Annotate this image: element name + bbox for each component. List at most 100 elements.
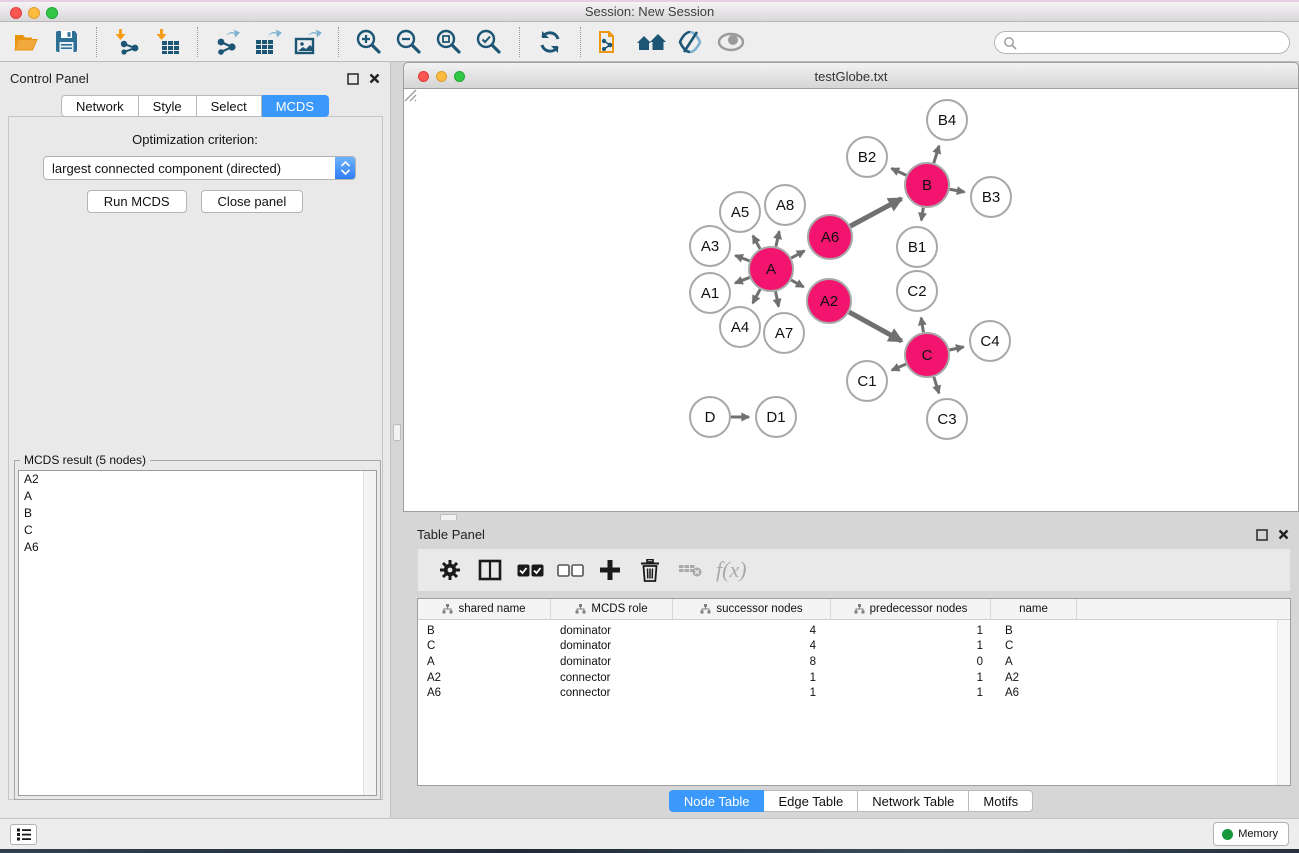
tab-network-table[interactable]: Network Table (858, 790, 969, 812)
run-mcds-button[interactable]: Run MCDS (87, 190, 187, 213)
graph-node-A[interactable]: A (749, 247, 793, 291)
close-panel-button[interactable]: Close panel (201, 190, 304, 213)
graph-edge-B-B1[interactable] (921, 208, 923, 221)
save-session-button[interactable] (46, 25, 86, 59)
table-row[interactable]: Cdominator41C (418, 639, 1290, 655)
graph-node-A1[interactable]: A1 (690, 273, 730, 313)
memory-button[interactable]: Memory (1213, 822, 1289, 846)
apply-layout-button[interactable] (530, 25, 570, 59)
tab-mcds[interactable]: MCDS (262, 95, 329, 117)
tab-style[interactable]: Style (139, 95, 197, 117)
zoom-selected-button[interactable] (469, 25, 509, 59)
column-header-successor-nodes[interactable]: successor nodes (673, 599, 831, 619)
tab-select[interactable]: Select (197, 95, 262, 117)
table-scrollbar[interactable] (1277, 620, 1290, 785)
graph-node-B2[interactable]: B2 (847, 137, 887, 177)
graph-node-C1[interactable]: C1 (847, 361, 887, 401)
clone-network-button[interactable] (591, 25, 631, 59)
open-session-button[interactable] (6, 25, 46, 59)
show-column-button[interactable] (472, 552, 508, 588)
zoom-fit-button[interactable] (429, 25, 469, 59)
graph-edge-A-A2[interactable] (791, 280, 803, 287)
task-history-button[interactable] (10, 824, 37, 845)
function-builder-button[interactable]: f(x) (712, 557, 747, 583)
graph-edge-A-A7[interactable] (776, 292, 779, 307)
network-canvas[interactable]: B4B2BB3A5A8A6B1A3AC2A1A2A4A7C4CC1C3DD1 (403, 89, 1299, 512)
zoom-out-button[interactable] (389, 25, 429, 59)
graph-edge-A-A4[interactable] (753, 289, 760, 303)
mcds-result-item[interactable]: A2 (19, 471, 376, 488)
mcds-result-item[interactable]: A6 (19, 539, 376, 556)
graph-edge-A2-C[interactable] (849, 312, 901, 341)
tab-edge-table[interactable]: Edge Table (764, 790, 858, 812)
graph-node-A3[interactable]: A3 (690, 226, 730, 266)
hide-graphics-details-button[interactable] (671, 25, 711, 59)
graph-node-A4[interactable]: A4 (720, 307, 760, 347)
graph-node-C[interactable]: C (905, 333, 949, 377)
graph-node-D[interactable]: D (690, 397, 730, 437)
float-panel-icon[interactable] (345, 71, 360, 86)
window-resize-grip[interactable] (404, 89, 417, 102)
graph-node-A6[interactable]: A6 (808, 215, 852, 259)
graph-node-A2[interactable]: A2 (807, 279, 851, 323)
graph-node-C4[interactable]: C4 (970, 321, 1010, 361)
graph-node-C2[interactable]: C2 (897, 271, 937, 311)
graph-node-C3[interactable]: C3 (927, 399, 967, 439)
graph-edge-C-C2[interactable] (921, 318, 923, 333)
mcds-result-item[interactable]: A (19, 488, 376, 505)
vertical-splitter-grip[interactable] (393, 424, 401, 441)
add-row-button[interactable] (592, 552, 628, 588)
network-window-titlebar[interactable]: testGlobe.txt (403, 62, 1299, 89)
graph-edge-A-A6[interactable] (791, 251, 804, 258)
criterion-dropdown[interactable]: largest connected component (directed) (43, 156, 356, 180)
graph-edge-A-A1[interactable] (735, 277, 749, 283)
graph-edge-A-A8[interactable] (776, 231, 779, 246)
table-row[interactable]: A2connector11A2 (418, 670, 1290, 686)
import-network-button[interactable] (107, 25, 147, 59)
graph-node-A7[interactable]: A7 (764, 313, 804, 353)
graph-node-D1[interactable]: D1 (756, 397, 796, 437)
tab-node-table[interactable]: Node Table (669, 790, 765, 812)
graph-node-B1[interactable]: B1 (897, 227, 937, 267)
graph-node-B[interactable]: B (905, 163, 949, 207)
graph-edge-C-C1[interactable] (892, 364, 906, 370)
table-row[interactable]: Bdominator41B (418, 623, 1290, 639)
graph-node-B3[interactable]: B3 (971, 177, 1011, 217)
mcds-list-scrollbar[interactable] (363, 471, 376, 795)
delete-table-button[interactable] (672, 552, 708, 588)
graph-node-B4[interactable]: B4 (927, 100, 967, 140)
graph-edge-B-B4[interactable] (934, 146, 939, 163)
graph-node-A5[interactable]: A5 (720, 192, 760, 232)
export-network-button[interactable] (208, 25, 248, 59)
column-header-name[interactable]: name (991, 599, 1077, 619)
unselect-all-columns-button[interactable] (552, 552, 588, 588)
table-settings-button[interactable] (432, 552, 468, 588)
import-table-button[interactable] (147, 25, 187, 59)
delete-row-button[interactable] (632, 552, 668, 588)
graph-edge-B-B2[interactable] (891, 168, 906, 175)
select-all-columns-button[interactable] (512, 552, 548, 588)
graph-edge-B-B3[interactable] (950, 189, 965, 192)
graph-edge-C-C3[interactable] (934, 377, 939, 393)
column-header-mcds-role[interactable]: MCDS role (551, 599, 673, 619)
graph-edge-C-C4[interactable] (949, 347, 963, 350)
column-header-predecessor-nodes[interactable]: predecessor nodes (831, 599, 991, 619)
float-table-panel-icon[interactable] (1254, 527, 1269, 542)
column-header-shared-name[interactable]: shared name (418, 599, 551, 619)
table-row[interactable]: Adominator80A (418, 654, 1290, 670)
show-eye-button[interactable] (711, 25, 751, 59)
export-table-button[interactable] (248, 25, 288, 59)
tab-motifs[interactable]: Motifs (969, 790, 1033, 812)
mcds-result-item[interactable]: B (19, 505, 376, 522)
close-table-panel-icon[interactable] (1276, 527, 1291, 542)
search-input[interactable] (1017, 33, 1289, 52)
home-networks-button[interactable] (631, 25, 671, 59)
tab-network[interactable]: Network (61, 95, 139, 117)
export-image-button[interactable] (288, 25, 328, 59)
mcds-result-list[interactable]: A2ABCA6 (18, 470, 377, 796)
zoom-in-button[interactable] (349, 25, 389, 59)
graph-edge-A-A5[interactable] (753, 236, 760, 249)
close-panel-icon[interactable] (367, 71, 382, 86)
graph-edge-A-A3[interactable] (735, 256, 749, 261)
table-row[interactable]: A6connector11A6 (418, 685, 1290, 701)
